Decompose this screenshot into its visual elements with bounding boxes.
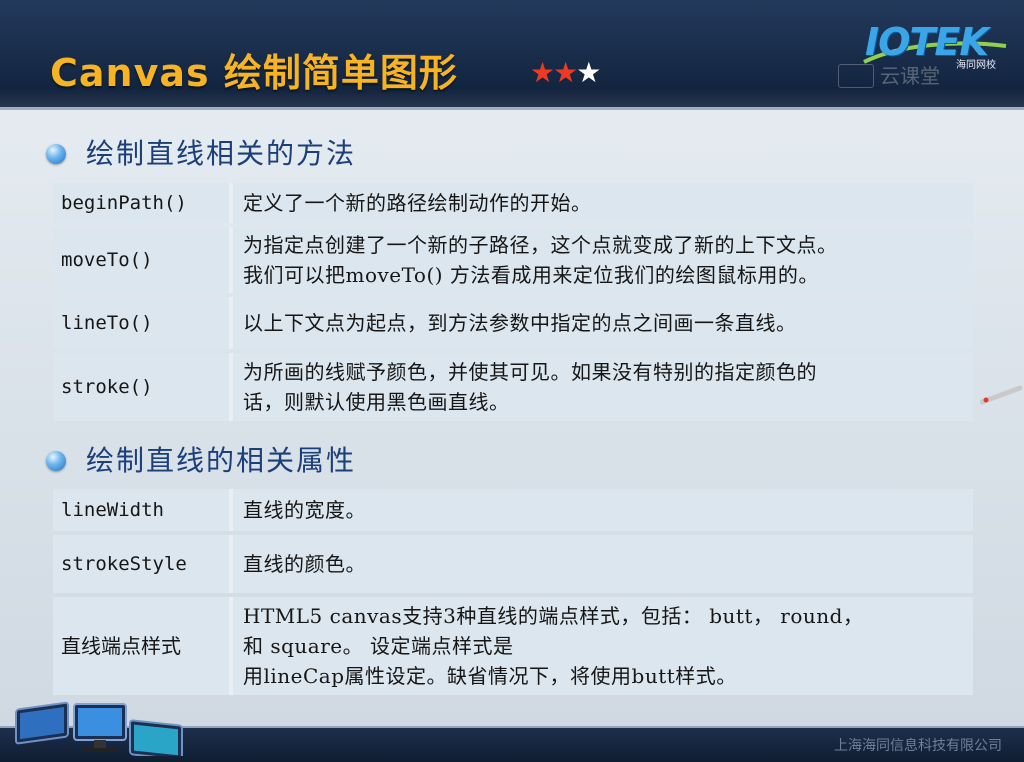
watermark-icon <box>838 64 874 88</box>
difficulty-stars: ★★★ <box>530 56 601 89</box>
bullet-icon <box>46 451 66 471</box>
description-line: 用lineCap属性设定。缺省情况下，将使用butt样式。 <box>243 664 737 688</box>
star-empty-icon: ★ <box>576 56 601 89</box>
method-name: stroke() <box>53 353 233 421</box>
description-line: HTML5 canvas支持3种直线的端点样式，包括： butt， round， <box>243 604 864 628</box>
table-row: 直线端点样式 HTML5 canvas支持3种直线的端点样式，包括： butt，… <box>53 597 973 695</box>
property-name: strokeStyle <box>53 535 233 593</box>
section-heading-properties: 绘制直线的相关属性 <box>46 441 356 481</box>
description-line: 话，则默认使用黑色画直线。 <box>243 390 510 414</box>
method-description: 定义了一个新的路径绘制动作的开始。 <box>233 183 973 223</box>
description-line: 定义了一个新的路径绘制动作的开始。 <box>243 191 592 215</box>
laser-pointer-icon <box>980 385 1023 405</box>
table-row: beginPath() 定义了一个新的路径绘制动作的开始。 <box>53 183 973 223</box>
method-name: moveTo() <box>53 227 233 293</box>
method-description: 为所画的线赋予颜色，并使其可见。如果没有特别的指定颜色的 话，则默认使用黑色画直… <box>233 353 973 421</box>
description-line: 我们可以把moveTo() 方法看成用来定位我们的绘图鼠标用的。 <box>243 263 819 287</box>
logo: IOTEK <box>865 20 989 64</box>
method-name: lineTo() <box>53 297 233 349</box>
property-name: 直线端点样式 <box>53 597 233 695</box>
section-title: 绘制直线相关的方法 <box>86 137 357 170</box>
description-line: 和 square。 设定端点样式是 <box>243 634 514 658</box>
property-description: 直线的宽度。 <box>233 489 973 531</box>
method-description: 以上下文点为起点，到方法参数中指定的点之间画一条直线。 <box>233 297 973 349</box>
method-description: 为指定点创建了一个新的子路径，这个点就变成了新的上下文点。 我们可以把moveT… <box>233 227 973 293</box>
property-description: HTML5 canvas支持3种直线的端点样式，包括： butt， round，… <box>233 597 973 695</box>
property-name: lineWidth <box>53 489 233 531</box>
description-line: 以上下文点为起点，到方法参数中指定的点之间画一条直线。 <box>243 311 797 335</box>
section-title: 绘制直线的相关属性 <box>86 444 357 477</box>
slide-title: Canvas 绘制简单图形 <box>50 51 458 95</box>
description-line: 直线的宽度。 <box>243 498 366 522</box>
property-description: 直线的颜色。 <box>233 535 973 593</box>
monitors-icon <box>15 701 183 756</box>
table-row: lineTo() 以上下文点为起点，到方法参数中指定的点之间画一条直线。 <box>53 297 973 349</box>
methods-table: beginPath() 定义了一个新的路径绘制动作的开始。 moveTo() 为… <box>53 179 973 425</box>
table-row: moveTo() 为指定点创建了一个新的子路径，这个点就变成了新的上下文点。 我… <box>53 227 973 293</box>
bullet-icon <box>46 144 66 164</box>
table-row: strokeStyle 直线的颜色。 <box>53 535 973 593</box>
properties-table: lineWidth 直线的宽度。 strokeStyle 直线的颜色。 直线端点… <box>53 485 973 699</box>
company-name: 上海海同信息科技有限公司 <box>834 738 1002 754</box>
description-line: 为所画的线赋予颜色，并使其可见。如果没有特别的指定颜色的 <box>243 360 817 384</box>
watermark-text: 云课堂 <box>880 64 940 88</box>
header-band: Canvas 绘制简单图形 ★★★ IOTEK 海同网校 云课堂 <box>0 0 1024 110</box>
description-line: 直线的颜色。 <box>243 552 366 576</box>
logo-subtitle: 海同网校 <box>956 60 996 71</box>
slide: Canvas 绘制简单图形 ★★★ IOTEK 海同网校 云课堂 绘制直线相关的… <box>0 0 1024 762</box>
table-row: stroke() 为所画的线赋予颜色，并使其可见。如果没有特别的指定颜色的 话，… <box>53 353 973 421</box>
table-row: lineWidth 直线的宽度。 <box>53 489 973 531</box>
section-heading-methods: 绘制直线相关的方法 <box>46 134 356 174</box>
star-filled-icon: ★★ <box>530 56 578 89</box>
method-name: beginPath() <box>53 183 233 223</box>
description-line: 为指定点创建了一个新的子路径，这个点就变成了新的上下文点。 <box>243 233 838 257</box>
